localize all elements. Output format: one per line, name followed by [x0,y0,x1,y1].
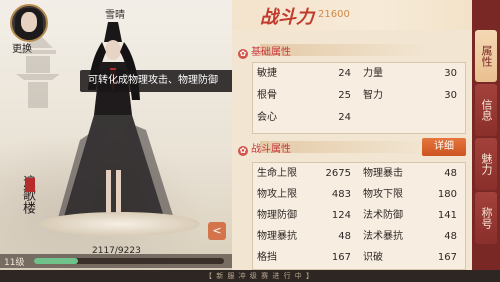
flower-icon: ✿ [238,49,248,59]
exp-fill [34,258,78,264]
change-avatar-button[interactable]: 更换 [12,40,32,55]
pedestal [40,212,200,236]
tab-attributes[interactable]: 属性 [475,30,497,82]
stat-name: 法术防御 [363,210,403,221]
stat-name: 会心 [257,112,277,123]
stat-value: 167 [331,252,351,263]
attribute-tooltip: 可转化成物理攻击、物理防御 [80,70,232,92]
stat-name: 格挡 [257,252,277,263]
basic-section-title: 基础属性 [251,47,291,58]
stat-name: 物攻下限 [363,189,403,200]
stat-value: 2675 [325,168,351,179]
stat-value: 124 [331,210,351,221]
power-label: 战斗力 [260,7,314,28]
basic-stats-grid: 敏捷 24 力量 30 根骨 25 智力 30 会心 24 [252,62,466,134]
stat-name: 敏捷 [257,68,277,79]
stat-row: 物攻上限 483 [257,186,355,204]
stat-row: 识破 167 [363,249,461,267]
avatar-face [21,12,37,32]
flower-icon: ✿ [238,146,248,156]
footer-bar: 【 新 服 冲 级 赛 进 行 中 】 [0,270,500,282]
tab-title[interactable]: 称号 [475,192,497,244]
stat-name: 识破 [363,252,383,263]
stat-name: 物理暴抗 [257,231,297,242]
stat-row: 物理防御 124 [257,207,355,225]
stat-value: 180 [437,189,457,200]
attribute-panel: 战斗力 21600 ✿ 基础属性 敏捷 24 力量 30 根骨 25 智力 30 会心 24… [232,0,472,270]
stat-row: 法术防御 141 [363,207,461,225]
basic-section-header: ✿ 基础属性 [238,43,291,59]
combat-section-header: ✿ 战斗属性 [238,140,291,156]
stat-value: 167 [437,252,457,263]
power-row: 战斗力 21600 [232,0,472,30]
stat-value: 25 [338,90,351,101]
stat-row: 智力 30 [363,87,461,105]
stat-row: 物理暴击 48 [363,165,461,183]
share-button[interactable]: < [208,222,226,240]
share-icon: < [212,224,222,237]
avatar[interactable] [10,4,48,42]
stat-value: 24 [338,68,351,79]
stat-row: 物理暴抗 48 [257,228,355,246]
stat-name: 生命上限 [257,168,297,179]
exp-track [34,258,224,264]
side-tabs: 属性 信息 魅力 称号 [472,0,500,270]
stat-value: 48 [444,231,457,242]
stat-name: 力量 [363,68,383,79]
tab-info[interactable]: 信息 [475,84,497,136]
stat-row: 格挡 167 [257,249,355,267]
stat-value: 30 [444,90,457,101]
stat-name: 物理暴击 [363,168,403,179]
stat-value: 141 [437,210,457,221]
stat-name: 物攻上限 [257,189,297,200]
combat-stats-grid: 生命上限 2675 物理暴击 48 物攻上限 483 物攻下限 180 物理防御 124 … [252,162,466,270]
stat-name: 根骨 [257,90,277,101]
stat-row: 法术暴抗 48 [363,228,461,246]
stat-name: 智力 [363,90,383,101]
power-value: 21600 [318,9,350,20]
tab-charm[interactable]: 魅力 [475,138,497,190]
stat-row: 会心 24 [257,109,355,127]
stat-row: 物攻下限 180 [363,186,461,204]
character-name: 雪晴 [105,10,125,21]
stat-name: 法术暴抗 [363,231,403,242]
combat-section-title: 战斗属性 [251,144,291,155]
stat-row: 根骨 25 [257,87,355,105]
footer-text: 【 新 服 冲 级 赛 进 行 中 】 [205,272,315,280]
stat-name: 物理防御 [257,210,297,221]
stat-value: 48 [444,168,457,179]
level-bar: 11级 [0,254,232,268]
stat-value: 48 [338,231,351,242]
character-scene: 更换 雪晴 可转化成物理攻击、物理防御 浪歌楼 < 2117/9223 11级 [0,0,232,282]
stat-row: 敏捷 24 [257,65,355,83]
character-figure [56,22,176,230]
stat-value: 483 [331,189,351,200]
stat-row: 生命上限 2675 [257,165,355,183]
detail-button[interactable]: 详细 [422,138,466,156]
stat-row: 力量 30 [363,65,461,83]
stat-value: 24 [338,112,351,123]
seal-stamp [25,178,35,192]
level-label: 11级 [4,258,25,268]
stat-value: 30 [444,68,457,79]
